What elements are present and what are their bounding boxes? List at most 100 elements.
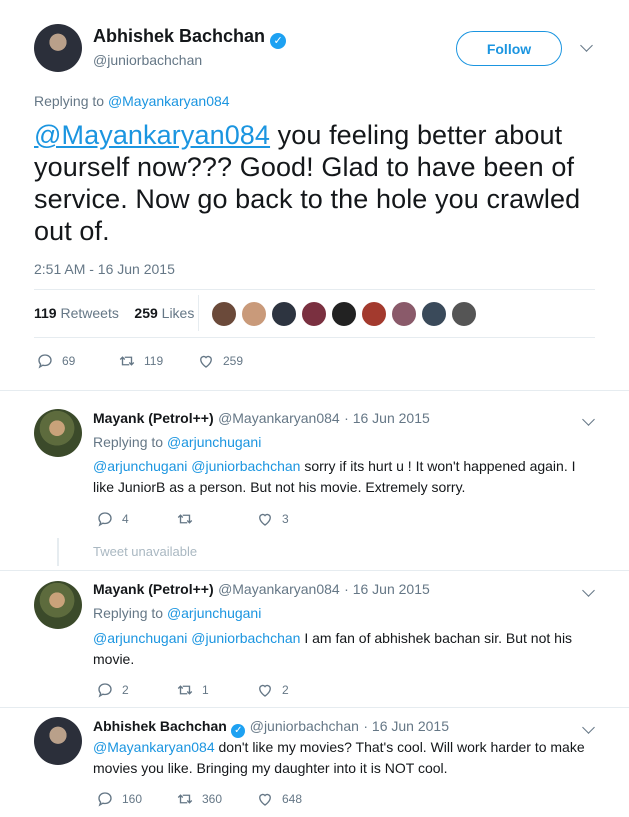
retweet-count: 119 [144, 354, 164, 368]
likers-avatars [210, 300, 478, 328]
thread-line [57, 538, 59, 566]
reply-icon [38, 354, 52, 369]
retweets-stat[interactable]: 119 Retweets [34, 305, 119, 321]
reply-date[interactable]: · 16 Jun 2015 [363, 718, 449, 734]
author-avatar[interactable] [34, 24, 82, 72]
chevron-down-icon[interactable] [582, 584, 595, 597]
tweet-stats: 119 Retweets 259 Likes [34, 305, 194, 321]
reply-text: @Mayankaryan084 don't like my movies? Th… [93, 737, 593, 779]
retweet-action[interactable]: 119 [118, 352, 163, 370]
tweet-unavailable: Tweet unavailable [93, 544, 198, 559]
retweet-count: 1 [202, 683, 209, 697]
likes-label: Likes [161, 305, 195, 321]
like-action[interactable]: 2 [256, 681, 289, 699]
replying-to-line: Replying to @Mayankaryan084 [34, 93, 230, 109]
tweet-text: @Mayankaryan084 you feeling better about… [34, 119, 599, 247]
like-count: 648 [282, 792, 303, 806]
verified-badge-icon: ✓ [270, 33, 287, 49]
follow-button[interactable]: Follow [456, 31, 562, 66]
reply-mentions[interactable]: @arjunchugani @juniorbachchan [93, 458, 300, 474]
retweet-action[interactable]: 1 [176, 681, 209, 699]
reply-date[interactable]: · 16 Jun 2015 [344, 410, 430, 426]
heart-icon [259, 793, 271, 806]
reply-author-handle[interactable]: @juniorbachchan [250, 718, 359, 734]
reply-action[interactable]: 160 [96, 790, 142, 808]
likes-count: 259 [134, 305, 158, 321]
divider [0, 390, 629, 391]
author-handle[interactable]: @juniorbachchan [93, 52, 202, 68]
replying-to-link[interactable]: @arjunchugani [167, 605, 261, 621]
reply-icon [98, 683, 112, 698]
reply-author-name[interactable]: Mayank (Petrol++) [93, 581, 214, 597]
reply-avatar[interactable] [34, 717, 82, 765]
retweets-count: 119 [34, 305, 57, 321]
liker-avatar[interactable] [450, 300, 478, 328]
like-action[interactable]: 3 [256, 510, 289, 528]
reply-text: @arjunchugani @juniorbachchan sorry if i… [93, 456, 593, 498]
replying-to-prefix: Replying to [34, 93, 108, 109]
divider [34, 289, 595, 290]
retweet-icon [119, 356, 135, 366]
stats-separator [198, 295, 199, 331]
reply-replying-to: Replying to @arjunchugani [93, 605, 261, 621]
replying-to-link[interactable]: @Mayankaryan084 [108, 93, 230, 109]
retweet-action[interactable]: 360 [176, 790, 222, 808]
reply-avatar[interactable] [34, 581, 82, 629]
reply-date[interactable]: · 16 Jun 2015 [344, 581, 430, 597]
likes-stat[interactable]: 259 Likes [134, 305, 194, 321]
reply-header: Mayank (Petrol++) @Mayankaryan084 · 16 J… [93, 410, 430, 428]
reply-author-handle[interactable]: @Mayankaryan084 [218, 581, 340, 597]
reply-author-name[interactable]: Mayank (Petrol++) [93, 410, 214, 426]
like-action[interactable]: 648 [256, 790, 302, 808]
reply-icon [98, 792, 112, 807]
retweet-icon [177, 685, 193, 695]
like-count: 2 [282, 683, 289, 697]
reply-mentions[interactable]: @arjunchugani @juniorbachchan [93, 630, 300, 646]
reply-action[interactable]: 4 [96, 510, 129, 528]
like-action[interactable]: 259 [197, 352, 243, 370]
reply-avatar[interactable] [34, 409, 82, 457]
liker-avatar[interactable] [270, 300, 298, 328]
retweets-label: Retweets [60, 305, 119, 321]
reply-count: 160 [122, 792, 143, 806]
divider [34, 337, 595, 338]
retweet-action[interactable] [176, 510, 202, 528]
reply-action[interactable]: 69 [36, 352, 75, 370]
replying-to-prefix: Replying to [93, 434, 167, 450]
author-name[interactable]: Abhishek Bachchan [93, 26, 265, 46]
replying-to-prefix: Replying to [93, 605, 167, 621]
heart-icon [200, 355, 212, 368]
retweet-icon [177, 514, 193, 524]
reply-header: Mayank (Petrol++) @Mayankaryan084 · 16 J… [93, 581, 430, 599]
verified-badge-icon: ✓ [231, 724, 246, 738]
tweet-mention-link[interactable]: @Mayankaryan084 [34, 120, 270, 150]
liker-avatar[interactable] [390, 300, 418, 328]
liker-avatar[interactable] [420, 300, 448, 328]
reply-mentions[interactable]: @Mayankaryan084 [93, 739, 215, 755]
reply-count: 4 [122, 512, 129, 526]
reply-count: 2 [122, 683, 129, 697]
retweet-count: 360 [202, 792, 223, 806]
author-name-row[interactable]: Abhishek Bachchan ✓ [93, 26, 287, 49]
liker-avatar[interactable] [240, 300, 268, 328]
reply-count: 69 [62, 354, 76, 368]
liker-avatar[interactable] [360, 300, 388, 328]
tweet-timestamp[interactable]: 2:51 AM - 16 Jun 2015 [34, 261, 175, 277]
chevron-down-icon[interactable] [582, 413, 595, 426]
divider [0, 570, 629, 571]
chevron-down-icon[interactable] [582, 721, 595, 734]
heart-icon [259, 513, 271, 526]
retweet-icon [177, 794, 193, 804]
reply-action[interactable]: 2 [96, 681, 129, 699]
reply-author-handle[interactable]: @Mayankaryan084 [218, 410, 340, 426]
liker-avatar[interactable] [330, 300, 358, 328]
like-count: 3 [282, 512, 289, 526]
chevron-down-icon[interactable] [580, 39, 594, 53]
like-count: 259 [223, 354, 244, 368]
reply-header: Abhishek Bachchan ✓ @juniorbachchan · 16… [93, 718, 449, 738]
liker-avatar[interactable] [210, 300, 238, 328]
replying-to-link[interactable]: @arjunchugani [167, 434, 261, 450]
reply-author-name[interactable]: Abhishek Bachchan [93, 718, 227, 734]
liker-avatar[interactable] [300, 300, 328, 328]
divider [0, 707, 629, 708]
